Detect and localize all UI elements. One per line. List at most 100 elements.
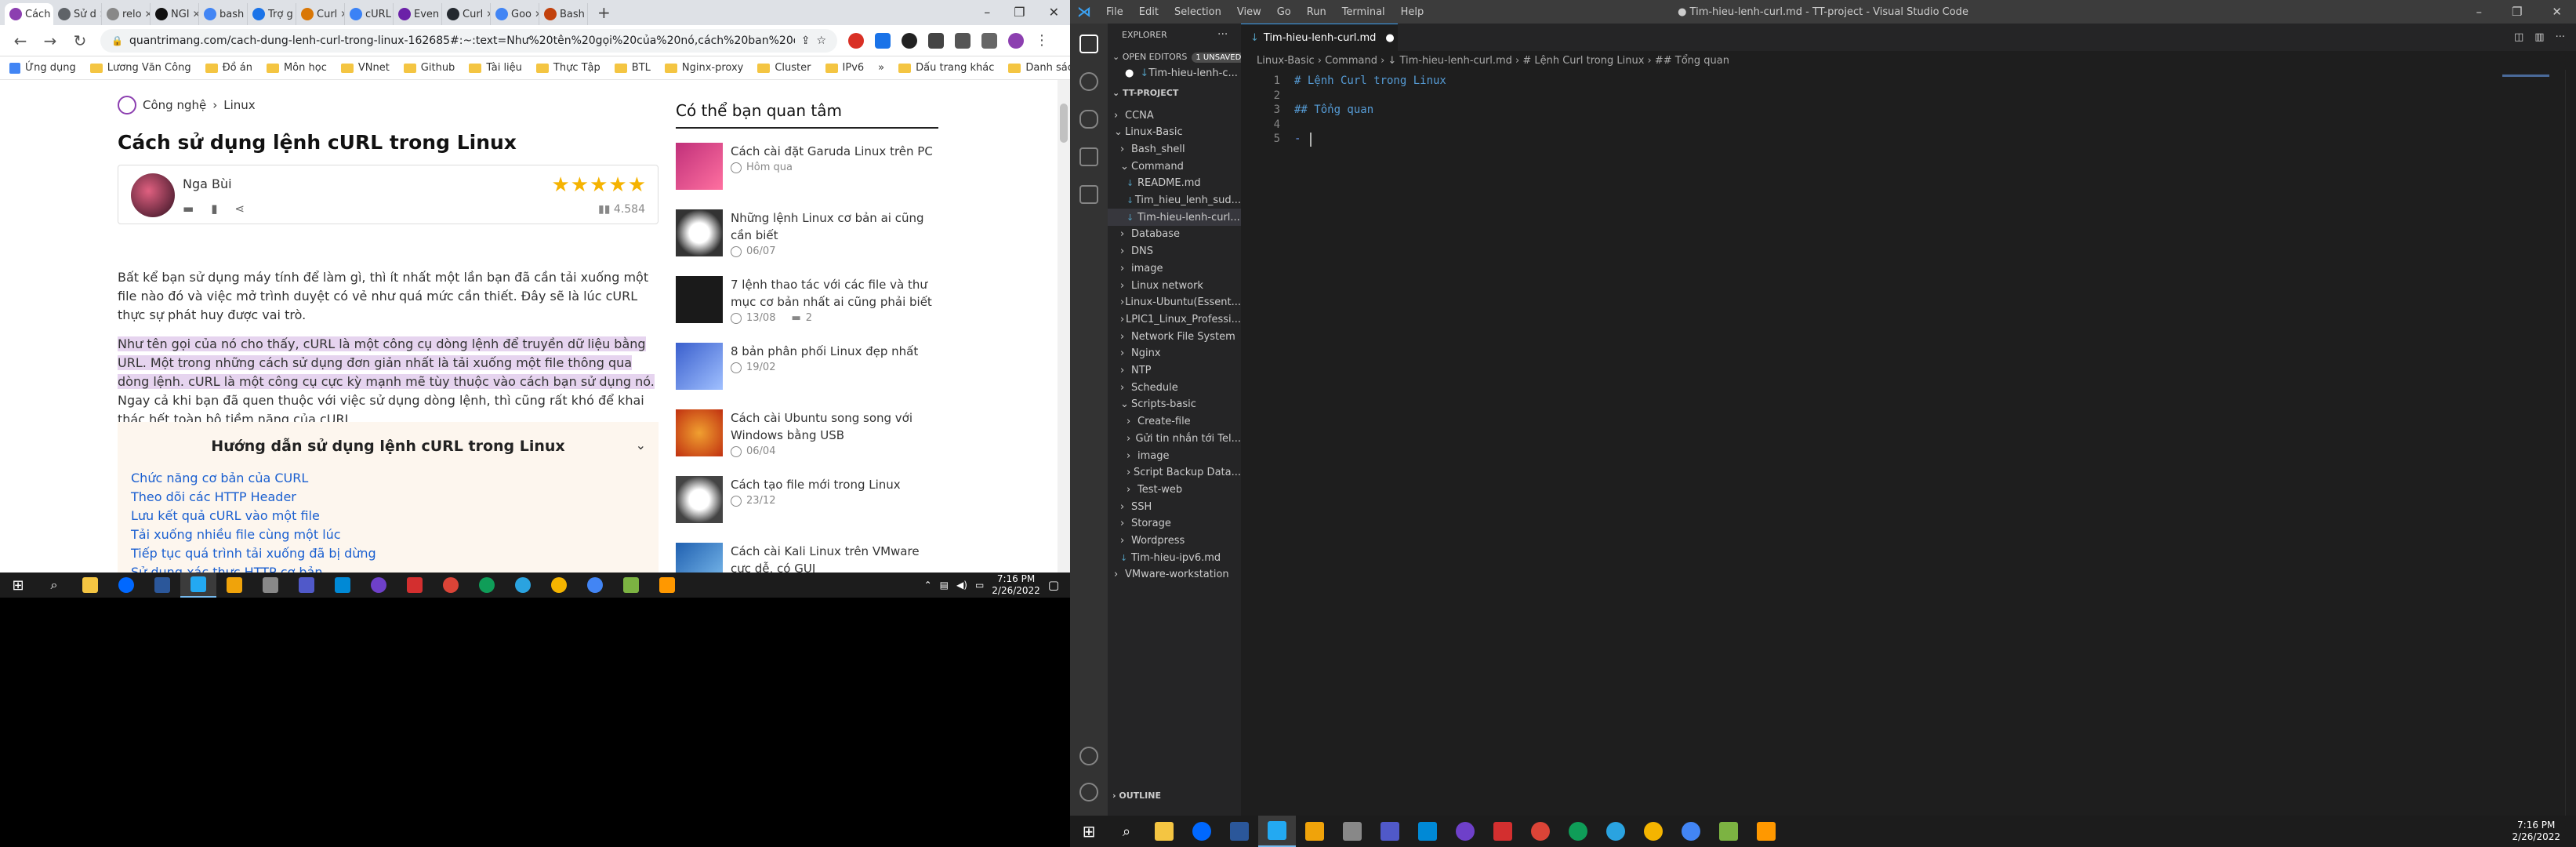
minimap[interactable] xyxy=(2494,70,2565,816)
pdf-icon[interactable] xyxy=(1484,816,1522,847)
browser-tab[interactable]: Even✕ xyxy=(394,3,442,25)
tree-folder[interactable]: › Create-file xyxy=(1108,413,1241,431)
breadcrumb-section[interactable]: Công nghệ xyxy=(143,98,206,112)
article-link[interactable]: 7 lệnh thao tác với các file và thư mục … xyxy=(731,276,938,311)
article-thumbnail[interactable] xyxy=(676,209,723,256)
article-thumbnail[interactable] xyxy=(676,276,723,323)
snipping-icon[interactable] xyxy=(1333,816,1371,847)
chrome-icon[interactable] xyxy=(469,573,505,598)
puzzle-icon[interactable] xyxy=(981,32,997,49)
dirty-dot-icon[interactable]: ● xyxy=(1125,67,1134,79)
tree-folder[interactable]: › VMware-workstation xyxy=(1108,566,1241,583)
dirty-dot-icon[interactable]: ● xyxy=(1385,32,1394,44)
volume-icon[interactable]: ◀) xyxy=(956,580,967,591)
related-article-card[interactable]: 8 bản phân phối Linux đẹp nhất 19/02 xyxy=(676,343,938,405)
windows-start-icon[interactable]: ⊞ xyxy=(1070,816,1108,847)
more-actions-icon[interactable]: ··· xyxy=(1217,28,1228,41)
zalo-icon[interactable] xyxy=(1183,816,1221,847)
browser-tab[interactable]: Cách✕ xyxy=(5,3,53,25)
article-thumbnail[interactable] xyxy=(676,409,723,456)
extension-icon[interactable] xyxy=(902,32,917,49)
tab-close-icon[interactable]: ✕ xyxy=(193,9,198,20)
telegram-icon[interactable] xyxy=(505,573,541,598)
menu-go[interactable]: Go xyxy=(1269,6,1299,18)
chrome-icon[interactable] xyxy=(1634,816,1672,847)
bookmark-item[interactable]: Đồ án xyxy=(205,62,252,74)
article-link[interactable]: Cách cài Kali Linux trên VMware cực dễ, … xyxy=(731,543,938,573)
menu-selection[interactable]: Selection xyxy=(1166,6,1229,18)
code-editor[interactable]: 1 # Lệnh Curl trong Linux 2 3 ## Tổng quan 4 5… xyxy=(1241,70,2576,816)
azure-icon[interactable] xyxy=(1409,816,1446,847)
author-name[interactable]: Nga Bùi xyxy=(183,176,232,191)
tree-folder[interactable]: › LPIC1_Linux_Professi... xyxy=(1108,311,1241,328)
tree-folder[interactable]: › Schedule xyxy=(1108,379,1241,396)
article-link[interactable]: 8 bản phân phối Linux đẹp nhất xyxy=(731,343,938,360)
explorer-icon[interactable] xyxy=(1079,35,1098,53)
extensions-icon[interactable] xyxy=(1079,185,1098,204)
vscode-icon[interactable] xyxy=(180,573,216,598)
code-line[interactable]: - xyxy=(1294,133,1308,145)
tree-folder[interactable]: ⌄ Scripts-basic xyxy=(1108,396,1241,413)
search-icon[interactable]: ⌕ xyxy=(1108,816,1145,847)
bookmark-item[interactable]: BTL xyxy=(614,62,651,74)
extension-icon[interactable] xyxy=(955,32,971,49)
split-preview-icon[interactable]: ◫ xyxy=(2514,31,2523,43)
browser-tab[interactable]: Goo✕ xyxy=(491,3,539,25)
browser-tab[interactable]: Curl✕ xyxy=(296,3,345,25)
chrome-icon[interactable] xyxy=(1672,816,1710,847)
chrome-icon[interactable] xyxy=(1559,816,1597,847)
bookmarks-overflow-icon[interactable]: » xyxy=(878,62,884,74)
back-icon[interactable]: ← xyxy=(11,31,30,50)
menu-edit[interactable]: Edit xyxy=(1131,6,1166,18)
pdf-icon[interactable] xyxy=(397,573,433,598)
breadcrumb-sub[interactable]: Linux xyxy=(223,98,255,112)
share-icon[interactable]: ⇪ xyxy=(801,35,811,47)
menu-file[interactable]: File xyxy=(1098,6,1131,18)
chrome-icon[interactable] xyxy=(433,573,469,598)
browser-tab[interactable]: cURL✕ xyxy=(345,3,394,25)
tree-folder[interactable]: › SSH xyxy=(1108,498,1241,515)
more-actions-icon[interactable]: ··· xyxy=(2556,31,2565,43)
bookmark-item[interactable]: Github xyxy=(403,62,455,74)
clock[interactable]: 7:16 PM 2/26/2022 xyxy=(992,573,1040,597)
windows-start-icon[interactable]: ⊞ xyxy=(0,573,36,598)
new-tab-icon[interactable]: + xyxy=(588,3,620,25)
tree-file[interactable]: ↓ Tim-hieu-lenh-curl... xyxy=(1108,209,1241,227)
article-thumbnail[interactable] xyxy=(676,476,723,523)
code-line[interactable]: ## Tổng quan xyxy=(1294,104,1373,116)
chevron-up-icon[interactable]: ⌃ xyxy=(924,580,932,591)
bookmark-item[interactable]: Nginx-proxy xyxy=(664,62,743,74)
browser-tab[interactable]: Curl✕ xyxy=(442,3,491,25)
project-section[interactable]: ⌄ TT-PROJECT xyxy=(1112,88,1178,98)
telegram-icon[interactable] xyxy=(1597,816,1634,847)
sublime-icon[interactable] xyxy=(1747,816,1785,847)
zalo-icon[interactable] xyxy=(108,573,144,598)
browser-tab[interactable]: Bash✕ xyxy=(539,3,588,25)
azure-icon[interactable] xyxy=(325,573,361,598)
teams-icon[interactable] xyxy=(288,573,325,598)
notepad-icon[interactable] xyxy=(1710,816,1747,847)
search-icon[interactable] xyxy=(1079,72,1098,91)
sublime-icon[interactable] xyxy=(649,573,685,598)
toc-link[interactable]: Lưu kết quả cURL vào một file xyxy=(131,508,320,523)
bookmark-item[interactable]: Ứng dụng xyxy=(9,62,76,74)
extension-icon[interactable] xyxy=(875,32,891,49)
restore-icon[interactable]: ❐ xyxy=(2512,5,2522,19)
outline-section[interactable]: › OUTLINE xyxy=(1112,791,1161,801)
source-control-icon[interactable] xyxy=(1079,110,1098,129)
teams-icon[interactable] xyxy=(1371,816,1409,847)
browser-tab[interactable]: Sử d✕ xyxy=(53,3,102,25)
bookmark-item[interactable]: Lương Văn Công xyxy=(89,62,191,74)
run-debug-icon[interactable] xyxy=(1079,147,1098,166)
article-link[interactable]: Những lệnh Linux cơ bản ai cũng cần biết xyxy=(731,209,938,244)
github-icon[interactable] xyxy=(1446,816,1484,847)
share-icon[interactable]: ⋖ xyxy=(234,202,245,216)
split-editor-icon[interactable]: ▥ xyxy=(2534,31,2544,43)
tree-folder[interactable]: › Wordpress xyxy=(1108,533,1241,550)
tree-folder[interactable]: › Bash_shell xyxy=(1108,140,1241,158)
reload-icon[interactable]: ↻ xyxy=(71,31,89,50)
file-explorer-icon[interactable] xyxy=(72,573,108,598)
extension-icon[interactable] xyxy=(928,32,944,49)
bookmark-item[interactable]: Cluster xyxy=(757,62,811,74)
close-icon[interactable]: ✕ xyxy=(2552,5,2562,19)
